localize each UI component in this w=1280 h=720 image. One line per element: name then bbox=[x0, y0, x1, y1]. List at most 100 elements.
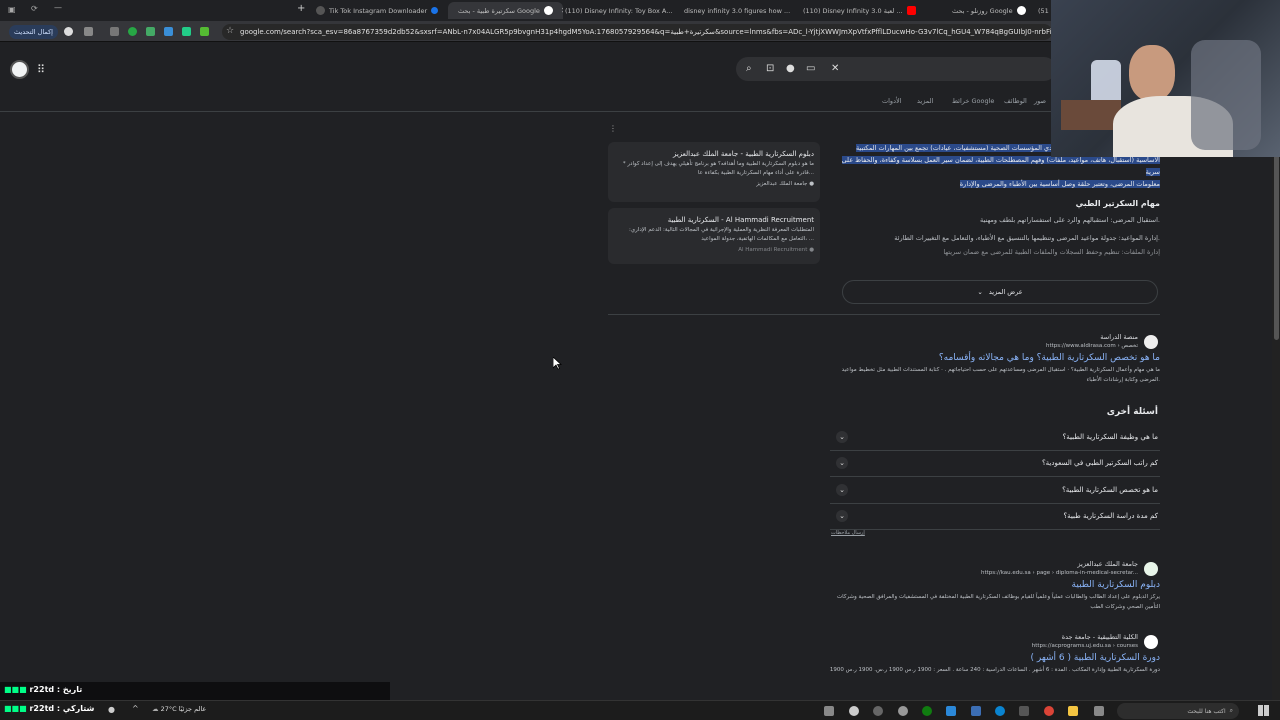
card-body: المتطلبات المعرفة النظرية والعملية والإج… bbox=[628, 227, 814, 242]
taskbar-app-icon[interactable] bbox=[971, 706, 981, 716]
chat-badges-icon: ■■■ bbox=[4, 685, 27, 694]
snippet-line: معلومات المرضى، وتعتبر حلقة وصل أساسية ب… bbox=[959, 180, 1160, 188]
result-desc: المرضى وكتابة إرشادات الأطباء. bbox=[1086, 377, 1160, 383]
paa-question[interactable]: كم راتب السكرتير الطبي في السعودية؟ ⌄ bbox=[830, 451, 1160, 477]
show-more-button[interactable]: ⌄ عرض المزيد bbox=[842, 280, 1158, 304]
paa-question[interactable]: ما هي وظيفة السكرتارية الطبية؟ ⌄ bbox=[830, 425, 1160, 451]
extension-icon[interactable] bbox=[110, 27, 119, 36]
result-title-link[interactable]: دبلوم السكرتارية الطبية bbox=[820, 578, 1160, 592]
youtube-favicon-icon bbox=[906, 6, 916, 15]
tab-google-search-active[interactable]: سكرتيرة طبية - بحث Google ✕ bbox=[448, 2, 563, 19]
tab-tiktok-downloader[interactable]: Tik Tok Instagram Downloader✕ bbox=[312, 2, 442, 19]
question-text: ما هي وظيفة السكرتارية الطبية؟ bbox=[1062, 433, 1158, 441]
search-box[interactable]: ⌕ ⊡ ● ▭ ✕ bbox=[736, 57, 1056, 81]
task-view-icon[interactable] bbox=[1094, 706, 1104, 716]
mic-icon[interactable]: ● bbox=[786, 63, 795, 74]
extension-icon[interactable] bbox=[128, 27, 137, 36]
tab-youtube-disney[interactable]: (110) Disney Infinity 3.0 لعبة ...✕ bbox=[803, 2, 918, 19]
extension-icon[interactable] bbox=[182, 27, 191, 36]
question-text: كم راتب السكرتير الطبي في السعودية؟ bbox=[1041, 459, 1158, 467]
site-favicon-icon bbox=[1144, 562, 1158, 576]
feedback-link[interactable]: إرسال ملاحظات bbox=[831, 530, 865, 536]
more-options-icon[interactable]: ⋮ bbox=[609, 124, 617, 133]
search-result: الكلية التطبيقية - جامعة جدة https://acp… bbox=[820, 633, 1160, 675]
store-icon[interactable] bbox=[1019, 706, 1029, 716]
chrome-icon[interactable] bbox=[1044, 706, 1054, 716]
keyboard-icon[interactable]: ▭ bbox=[806, 63, 815, 74]
nav-tab-images[interactable]: صور bbox=[1034, 97, 1046, 105]
profile-icon[interactable] bbox=[64, 27, 73, 36]
google-favicon-icon bbox=[1016, 6, 1026, 15]
tab-label: (110) Disney Infinity: Toy Box A... bbox=[565, 6, 673, 15]
tab-google-search-2[interactable]: روزنلو - بحث Google✕ bbox=[952, 2, 1032, 19]
source-card[interactable]: دبلوم السكرتارية الطبية - جامعة الملك عب… bbox=[608, 142, 820, 202]
start-windows-icon[interactable] bbox=[1258, 705, 1269, 716]
apps-grid-icon[interactable]: ⠿ bbox=[37, 63, 45, 76]
taskbar-app-icon[interactable] bbox=[873, 706, 883, 716]
minimize-icon[interactable]: — bbox=[54, 3, 62, 12]
clear-search-icon[interactable]: ✕ bbox=[831, 63, 839, 74]
taskbar-app-icon[interactable] bbox=[824, 706, 834, 716]
result-site: منصة الدراسة bbox=[1100, 333, 1138, 341]
nav-tab-maps[interactable]: خرائط Google bbox=[952, 97, 994, 105]
taskbar-search-box[interactable]: اكتب هنا للبحث ⌕ bbox=[1117, 703, 1239, 719]
window-control-icon[interactable]: ▣ bbox=[8, 5, 16, 14]
extension-icon[interactable] bbox=[200, 27, 209, 36]
taskbar-app-icon[interactable] bbox=[849, 706, 859, 716]
duty-item: استقبال المرضى: استقبالهم والرد على استف… bbox=[980, 216, 1160, 224]
bookmark-star-icon[interactable]: ☆ bbox=[226, 26, 234, 36]
tab-disney-figures[interactable]: disney infinity 3.0 figures how ...✕ bbox=[684, 2, 794, 19]
card-source: Al Hammadi Recruitment ● bbox=[738, 247, 814, 253]
file-explorer-icon[interactable] bbox=[1068, 706, 1078, 716]
section-divider bbox=[608, 314, 1160, 315]
chat-badges-icon: ■■■ bbox=[4, 704, 27, 713]
duty-item: إدارة المواعيد: جدولة مواعيد المرضى وتنظ… bbox=[894, 234, 1160, 242]
nav-tab-tools[interactable]: الأدوات bbox=[882, 97, 901, 105]
settings-gear-icon[interactable] bbox=[898, 706, 908, 716]
source-card[interactable]: السكرتارية الطبية - Al Hammadi Recruitme… bbox=[608, 208, 820, 264]
chevron-down-icon: ⌄ bbox=[977, 288, 983, 296]
nav-tab-more[interactable]: المزيد bbox=[917, 97, 933, 105]
chat-message: ■■■ r22td : تاريخ bbox=[4, 685, 83, 694]
nav-tab-jobs[interactable]: الوظائف bbox=[1004, 97, 1027, 105]
search-result: منصة الدراسة https://www.aldirasa.com › … bbox=[820, 333, 1160, 385]
edge-icon[interactable] bbox=[995, 706, 1005, 716]
extension-icon[interactable] bbox=[146, 27, 155, 36]
taskbar-app-icon[interactable] bbox=[946, 706, 956, 716]
tab-youtube-toybox[interactable]: (110) Disney Infinity: Toy Box A...✕ bbox=[565, 2, 675, 19]
new-tab-icon[interactable]: + bbox=[297, 3, 305, 14]
tab-search-icon[interactable]: ⟳ bbox=[31, 4, 38, 13]
extension-icon[interactable] bbox=[84, 27, 93, 36]
search-icon: ⌕ bbox=[1229, 707, 1233, 714]
result-desc: دورة السكرتارية الطبية وإدارة المكاتب . … bbox=[829, 667, 1160, 673]
paa-heading: أسئلة أخرى bbox=[1106, 407, 1158, 417]
result-title-link[interactable]: دورة السكرتارية الطبية ( 6 أشهر ) bbox=[820, 651, 1160, 665]
close-tab-icon[interactable]: ✕ bbox=[561, 6, 563, 15]
url-text: google.com/search?sca_esv=86a8767359d2db… bbox=[240, 28, 1052, 36]
question-text: ما هو تخصص السكرتارية الطبية؟ bbox=[1062, 486, 1158, 494]
paa-question[interactable]: كم مدة دراسة السكرتارية طبية؟ ⌄ bbox=[830, 504, 1160, 530]
mouse-cursor-icon bbox=[553, 357, 562, 370]
tab-partial[interactable]: (51 bbox=[1038, 2, 1051, 19]
result-url[interactable]: https://acprograms.uj.edu.sa › courses bbox=[820, 642, 1160, 651]
windows-taskbar: ■■■ r22td : شتاركي ● ^ ☁ 27°C عالم جزئيً… bbox=[0, 700, 1280, 720]
tab-label: disney infinity 3.0 figures how ... bbox=[684, 6, 791, 15]
source-favicon-icon: ● bbox=[809, 247, 814, 253]
tray-chevron-icon[interactable]: ^ bbox=[132, 704, 139, 713]
chevron-down-icon: ⌄ bbox=[836, 510, 848, 522]
google-account-avatar[interactable] bbox=[10, 60, 29, 79]
result-title-link[interactable]: ما هو تخصص السكرتارية الطبية؟ وما هي مجا… bbox=[820, 351, 1160, 365]
weather-widget[interactable]: ☁ 27°C عالم جزئيًا bbox=[152, 705, 206, 713]
update-button[interactable]: إكمال التحديث bbox=[9, 25, 58, 39]
search-icon[interactable]: ⌕ bbox=[746, 63, 752, 74]
lens-icon[interactable]: ⊡ bbox=[766, 63, 774, 74]
site-favicon-icon bbox=[1144, 635, 1158, 649]
address-bar[interactable]: ☆ google.com/search?sca_esv=86a8767359d2… bbox=[222, 24, 1052, 40]
tray-mic-icon[interactable]: ● bbox=[108, 705, 115, 714]
extension-icon[interactable] bbox=[164, 27, 173, 36]
result-url[interactable]: https://www.aldirasa.com › تخصص bbox=[820, 342, 1160, 351]
xbox-icon[interactable] bbox=[922, 706, 932, 716]
streamer-head bbox=[1129, 45, 1175, 101]
paa-question[interactable]: ما هو تخصص السكرتارية الطبية؟ ⌄ bbox=[830, 478, 1160, 504]
result-url[interactable]: https://kau.edu.sa › page › diploma-in-m… bbox=[820, 569, 1160, 578]
